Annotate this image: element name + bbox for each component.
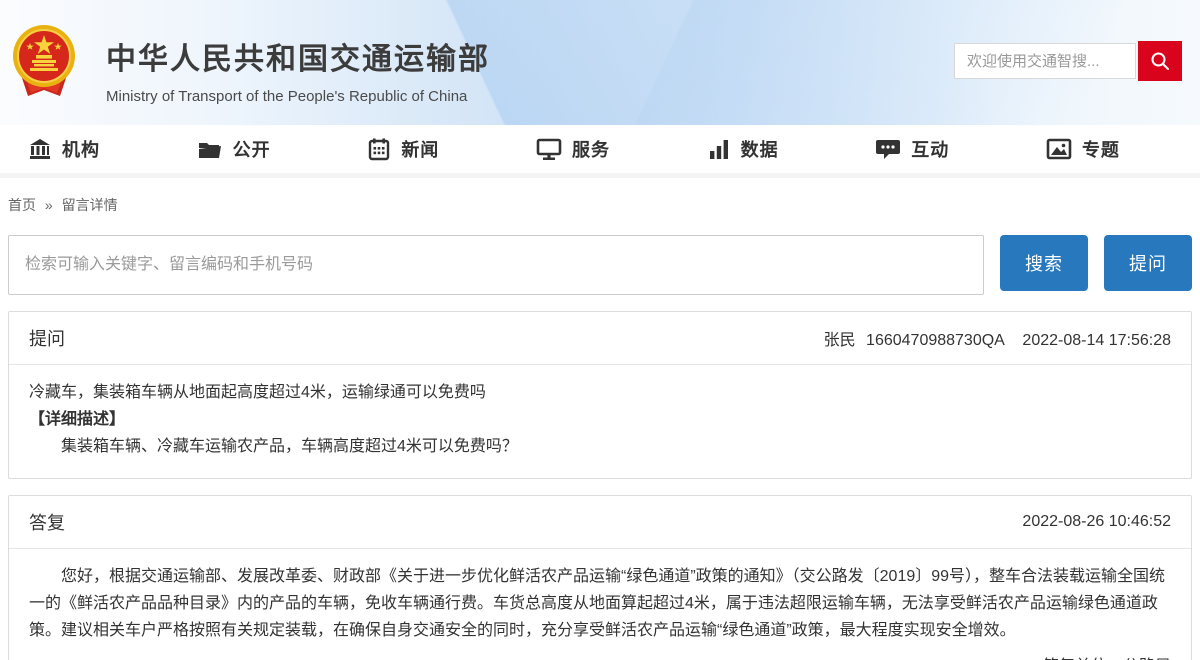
smart-search-button[interactable] (1138, 41, 1182, 81)
question-timestamp: 2022-08-14 17:56:28 (1022, 332, 1171, 349)
question-card-header: 提问 张民 1660470988730QA 2022-08-14 17:56:2… (9, 312, 1191, 365)
national-emblem-icon (12, 24, 76, 100)
breadcrumb-home-link[interactable]: 首页 (8, 197, 36, 213)
nav-label: 专题 (1082, 136, 1120, 162)
answer-body-wrap: 您好，根据交通运输部、发展改革委、财政部《关于进一步优化鲜活农产品运输“绿色通道… (9, 549, 1191, 660)
breadcrumb-separator: » (45, 197, 53, 213)
search-icon (1149, 50, 1171, 72)
question-meta: 张民 1660470988730QA 2022-08-14 17:56:28 (818, 326, 1171, 350)
question-body: 冷藏车，集装箱车辆从地面起高度超过4米，运输绿通可以免费吗 【详细描述】 集装箱… (9, 365, 1191, 478)
search-button[interactable]: 搜索 (1000, 235, 1088, 291)
site-title: 中华人民共和国交通运输部 (106, 34, 490, 78)
ask-question-button[interactable]: 提问 (1104, 235, 1192, 291)
site-header: 中华人民共和国交通运输部 Ministry of Transport of th… (0, 0, 1200, 125)
answer-department: 答复单位：公路局 (29, 653, 1171, 660)
nav-item-jigou[interactable]: 机构 (28, 136, 100, 162)
answer-card: 答复 2022-08-26 10:46:52 您好，根据交通运输部、发展改革委、… (8, 495, 1192, 660)
smart-search (954, 41, 1182, 81)
nav-item-zhuanti[interactable]: 专题 (1046, 136, 1120, 162)
calendar-icon (367, 137, 391, 161)
nav-item-gongkai[interactable]: 公开 (197, 136, 271, 162)
brand-block: 中华人民共和国交通运输部 Ministry of Transport of th… (106, 34, 490, 105)
folder-icon (197, 137, 223, 161)
answer-body-text: 您好，根据交通运输部、发展改革委、财政部《关于进一步优化鲜活农产品运输“绿色通道… (29, 563, 1171, 644)
question-code: 1660470988730QA (866, 332, 1004, 349)
message-search-row: 搜索 提问 (8, 235, 1192, 295)
picture-icon (1046, 137, 1072, 161)
content-area: 首页 » 留言详情 搜索 提问 提问 张民 1660470988730QA 20… (0, 195, 1200, 660)
site-subtitle: Ministry of Transport of the People's Re… (106, 88, 490, 105)
nav-label: 数据 (741, 136, 779, 162)
nav-label: 新闻 (401, 136, 439, 162)
question-summary: 冷藏车，集装箱车辆从地面起高度超过4米，运输绿通可以免费吗 (29, 379, 1171, 406)
nav-item-hudong[interactable]: 互动 (875, 136, 949, 162)
smart-search-input[interactable] (954, 43, 1136, 79)
question-card: 提问 张民 1660470988730QA 2022-08-14 17:56:2… (8, 311, 1192, 479)
question-detail: 集装箱车辆、冷藏车运输农产品，车辆高度超过4米可以免费吗？ (29, 433, 1171, 460)
breadcrumb: 首页 » 留言详情 (8, 195, 1192, 215)
question-detail-label: 【详细描述】 (29, 406, 1171, 433)
page: 中华人民共和国交通运输部 Ministry of Transport of th… (0, 0, 1200, 660)
answer-title: 答复 (29, 509, 65, 535)
question-title: 提问 (29, 325, 65, 351)
chat-bubble-icon (875, 137, 901, 161)
nav-label: 机构 (62, 136, 100, 162)
nav-label: 互动 (911, 136, 949, 162)
nav-label: 服务 (572, 136, 610, 162)
nav-item-fuwu[interactable]: 服务 (536, 136, 610, 162)
bank-icon (28, 137, 52, 161)
message-search-input[interactable] (8, 235, 984, 295)
answer-card-header: 答复 2022-08-26 10:46:52 (9, 496, 1191, 549)
answer-timestamp: 2022-08-26 10:46:52 (1022, 513, 1171, 531)
question-author: 张民 (824, 332, 856, 349)
nav-label: 公开 (233, 136, 271, 162)
main-nav: 机构 公开 新闻 (0, 125, 1200, 178)
monitor-icon (536, 137, 562, 161)
nav-item-shuju[interactable]: 数据 (707, 136, 779, 162)
nav-item-xinwen[interactable]: 新闻 (367, 136, 439, 162)
breadcrumb-current: 留言详情 (62, 197, 118, 213)
bar-chart-icon (707, 137, 731, 161)
